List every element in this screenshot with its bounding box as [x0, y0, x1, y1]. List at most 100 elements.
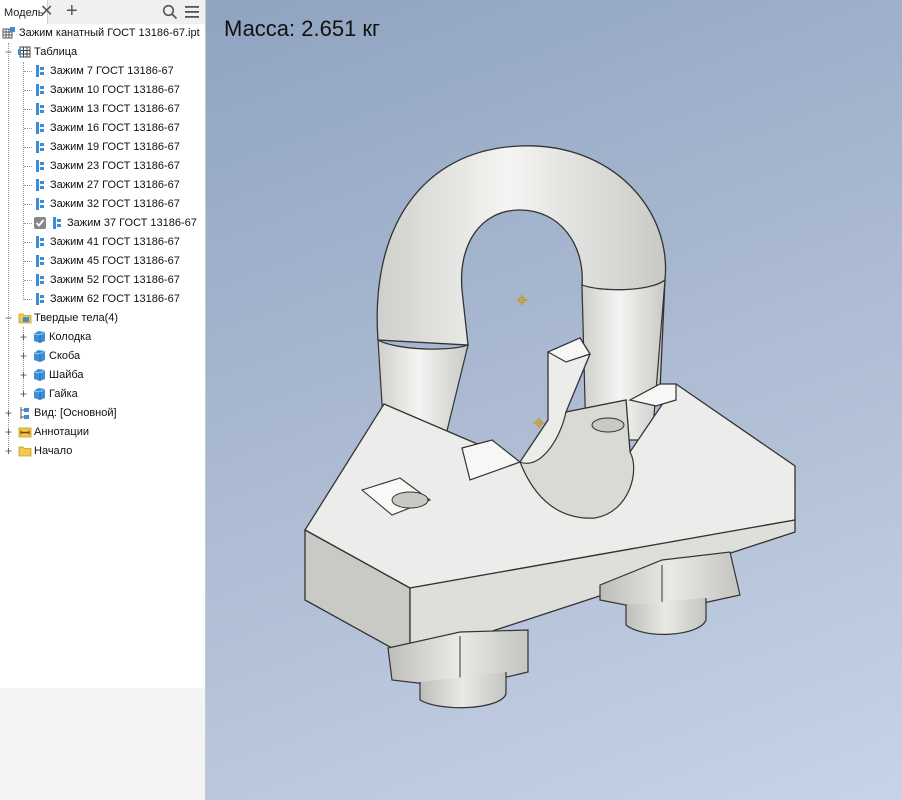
table-member-row[interactable]: Зажим 19 ГОСТ 13186-67 — [0, 138, 205, 157]
solid-body-label: Гайка — [49, 388, 78, 400]
member-label: Зажим 37 ГОСТ 13186-67 — [67, 217, 197, 229]
annotations-label: Аннотации — [34, 426, 89, 438]
tree-item-origin[interactable]: + Начало — [0, 442, 205, 461]
member-label: Зажим 41 ГОСТ 13186-67 — [50, 236, 180, 248]
table-member-row[interactable]: Зажим 7 ГОСТ 13186-67 — [0, 62, 205, 81]
table-member-row[interactable]: Зажим 10 ГОСТ 13186-67 — [0, 81, 205, 100]
member-label: Зажим 45 ГОСТ 13186-67 — [50, 255, 180, 267]
tree-line — [24, 204, 32, 205]
model-browser-panel: Модель ✕ + Зажим канатный ГОСТ 13186-67.… — [0, 0, 206, 800]
view-label: Вид: [Основной] — [34, 407, 117, 419]
tree-item-table[interactable]: − Таблица — [0, 43, 205, 62]
member-icon — [53, 217, 61, 229]
member-icon — [36, 160, 44, 172]
table-member-row[interactable]: Зажим 27 ГОСТ 13186-67 — [0, 176, 205, 195]
tree-line — [24, 299, 32, 300]
model-tree: Зажим канатный ГОСТ 13186-67.ipt − Табли… — [0, 24, 205, 464]
member-label: Зажим 10 ГОСТ 13186-67 — [50, 84, 180, 96]
expand-icon[interactable]: + — [4, 445, 13, 457]
solid-body-icon — [33, 350, 46, 362]
member-label: Зажим 62 ГОСТ 13186-67 — [50, 293, 180, 305]
member-icon — [36, 274, 44, 286]
expand-icon[interactable]: + — [19, 350, 28, 362]
tree-line — [24, 128, 32, 129]
bolt-end — [391, 491, 429, 509]
table-member-row[interactable]: Зажим 45 ГОСТ 13186-67 — [0, 252, 205, 271]
tree-item-solid-body[interactable]: + Гайка — [0, 385, 205, 404]
member-label: Зажим 23 ГОСТ 13186-67 — [50, 160, 180, 172]
expand-icon[interactable]: + — [19, 369, 28, 381]
solid-bodies-label: Твердые тела(4) — [34, 312, 119, 324]
graphics-viewport[interactable]: Масса: 2.651 кг — [206, 0, 902, 800]
table-member-row[interactable]: Зажим 32 ГОСТ 13186-67 — [0, 195, 205, 214]
member-icon — [36, 65, 44, 77]
tree-item-solid-body[interactable]: + Шайба — [0, 366, 205, 385]
tree-item-solid-body[interactable]: + Скоба — [0, 347, 205, 366]
table-member-row-active[interactable]: Зажим 37 ГОСТ 13186-67 — [0, 214, 205, 233]
member-label: Зажим 32 ГОСТ 13186-67 — [50, 198, 180, 210]
bolt-end — [591, 417, 625, 433]
tree-item-root[interactable]: Зажим канатный ГОСТ 13186-67.ipt — [0, 24, 205, 43]
tree-line — [24, 185, 32, 186]
member-label: Зажим 7 ГОСТ 13186-67 — [50, 65, 174, 77]
member-icon — [36, 141, 44, 153]
tree-item-solid-bodies[interactable]: − Твердые тела(4) — [0, 309, 205, 328]
solid-body-label: Колодка — [49, 331, 92, 343]
wire-rope-clip-model[interactable] — [206, 0, 902, 800]
origin-label: Начало — [34, 445, 73, 457]
expand-icon[interactable]: + — [19, 331, 28, 343]
member-icon — [36, 179, 44, 191]
root-label: Зажим канатный ГОСТ 13186-67.ipt — [19, 27, 200, 39]
add-tab-icon[interactable]: + — [66, 0, 78, 23]
panel-empty-area — [0, 688, 205, 800]
member-icon — [36, 293, 44, 305]
tree-line — [24, 147, 32, 148]
table-member-row[interactable]: Зажим 41 ГОСТ 13186-67 — [0, 233, 205, 252]
table-member-row[interactable]: Зажим 62 ГОСТ 13186-67 — [0, 290, 205, 309]
folder-icon — [18, 313, 32, 324]
collapse-icon[interactable]: − — [4, 312, 13, 324]
tree-line — [24, 242, 32, 243]
annotation-icon — [18, 427, 32, 438]
collapse-icon[interactable]: − — [4, 46, 13, 58]
member-icon — [36, 103, 44, 115]
tree-line — [24, 71, 32, 72]
tree-line — [24, 280, 32, 281]
member-label: Зажим 52 ГОСТ 13186-67 — [50, 274, 180, 286]
center-marker-icon — [516, 294, 528, 306]
table-member-row[interactable]: Зажим 16 ГОСТ 13186-67 — [0, 119, 205, 138]
folder-icon — [18, 446, 32, 457]
tree-line — [24, 90, 32, 91]
solid-body-label: Скоба — [49, 350, 81, 362]
search-icon[interactable] — [162, 4, 178, 20]
tree-line — [24, 166, 32, 167]
member-label: Зажим 13 ГОСТ 13186-67 — [50, 103, 180, 115]
tree-item-annotations[interactable]: + Аннотации — [0, 423, 205, 442]
member-label: Зажим 27 ГОСТ 13186-67 — [50, 179, 180, 191]
solid-body-icon — [33, 331, 46, 343]
tree-item-solid-body[interactable]: + Колодка — [0, 328, 205, 347]
tree-line — [24, 109, 32, 110]
close-icon[interactable]: ✕ — [40, 2, 53, 22]
tab-model-label: Модель — [4, 7, 44, 19]
member-label: Зажим 19 ГОСТ 13186-67 — [50, 141, 180, 153]
expand-icon[interactable]: + — [4, 426, 13, 438]
hamburger-menu-icon[interactable] — [184, 5, 200, 19]
table-member-row[interactable]: Зажим 13 ГОСТ 13186-67 — [0, 100, 205, 119]
tree-line — [24, 223, 32, 224]
checkbox-icon[interactable] — [33, 216, 47, 230]
member-icon — [36, 198, 44, 210]
table-label: Таблица — [34, 46, 78, 58]
solid-body-label: Шайба — [49, 369, 84, 381]
tree-item-view[interactable]: + Вид: [Основной] — [0, 404, 205, 423]
table-icon — [18, 46, 31, 58]
model-tree-empty-area — [0, 464, 205, 688]
part-file-icon — [2, 27, 15, 39]
member-icon — [36, 122, 44, 134]
expand-icon[interactable]: + — [19, 388, 28, 400]
table-member-row[interactable]: Зажим 52 ГОСТ 13186-67 — [0, 271, 205, 290]
view-icon — [20, 407, 29, 419]
solid-body-icon — [33, 388, 46, 400]
expand-icon[interactable]: + — [4, 407, 13, 419]
table-member-row[interactable]: Зажим 23 ГОСТ 13186-67 — [0, 157, 205, 176]
